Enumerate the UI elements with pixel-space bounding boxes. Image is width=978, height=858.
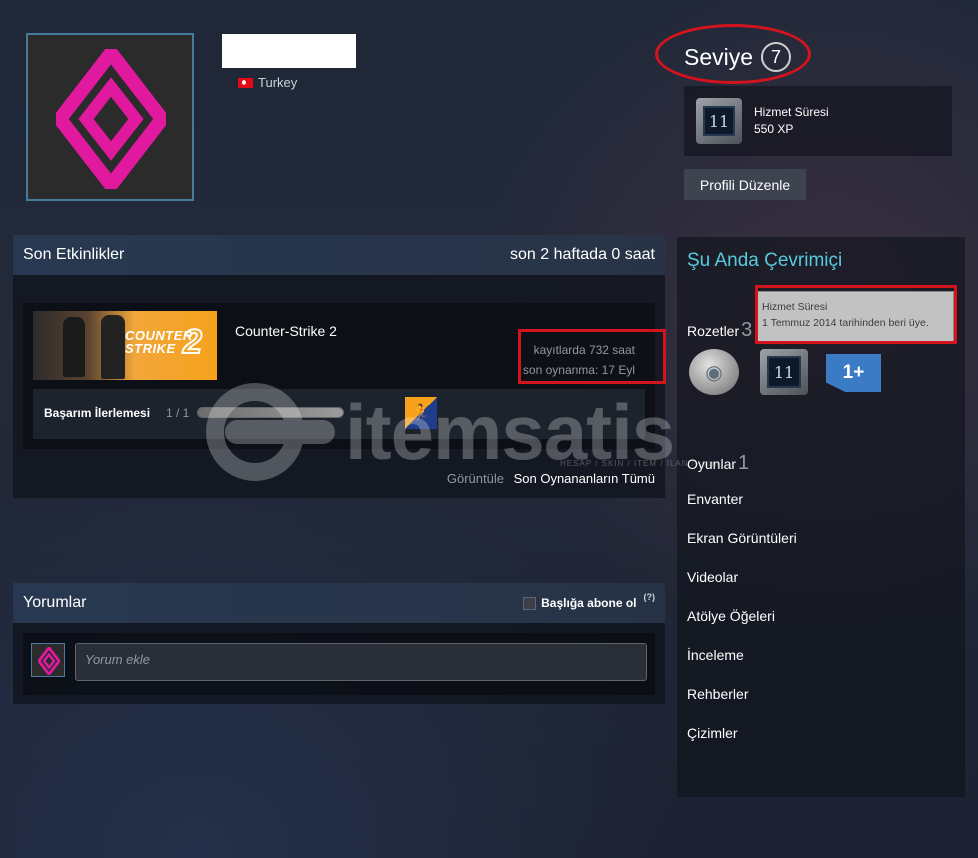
- profile-avatar[interactable]: [26, 33, 194, 201]
- years-of-service-badge-icon[interactable]: 11: [760, 349, 808, 395]
- one-plus-badge-icon[interactable]: 1+: [826, 354, 881, 392]
- workshop-link[interactable]: Atölye Öğeleri: [687, 608, 775, 624]
- comments-panel: Yorumlar Başlığa abone ol (?) Yorum ekle: [13, 583, 665, 704]
- achievement-icon[interactable]: 🏃: [405, 397, 437, 429]
- guides-link[interactable]: Rehberler: [687, 686, 748, 702]
- subscribe-toggle[interactable]: Başlığa abone ol (?): [523, 592, 655, 610]
- comments-header: Yorumlar Başlığa abone ol (?): [13, 583, 665, 623]
- game-name-link[interactable]: Counter-Strike 2: [235, 323, 337, 339]
- achievement-count: 1 / 1: [166, 406, 190, 420]
- turkey-flag-icon: [238, 77, 253, 88]
- hours-highlight-annotation: [518, 329, 666, 384]
- help-link[interactable]: (?): [644, 592, 656, 602]
- badges-link[interactable]: Rozetler 3: [687, 319, 752, 342]
- achievement-label: Başarım İlerlemesi: [44, 406, 151, 420]
- comments-title: Yorumlar: [23, 594, 87, 611]
- profile-name-redacted: [222, 34, 356, 68]
- featured-badge-title: Hizmet Süresi: [754, 105, 829, 119]
- achievement-progress-bar[interactable]: Başarım İlerlemesi 1 / 1 🏃: [33, 389, 645, 439]
- recent-activity-title[interactable]: Son Etkinlikler: [23, 246, 124, 264]
- online-status: Şu Anda Çevrimiçi: [687, 250, 843, 271]
- videos-link[interactable]: Videolar: [687, 569, 738, 585]
- achievement-progress-fill: [198, 408, 343, 417]
- featured-badge[interactable]: 11 Hizmet Süresi 550 XP: [684, 86, 952, 156]
- reviews-link[interactable]: İnceleme: [687, 647, 744, 663]
- comment-input[interactable]: Yorum ekle: [75, 643, 647, 681]
- coin-badge-icon[interactable]: ◉: [689, 349, 739, 395]
- game-capsule-image[interactable]: COUNTER STRIKE 2: [33, 311, 217, 380]
- commenter-avatar: [31, 643, 65, 677]
- recent-activity-header: Son Etkinlikler son 2 haftada 0 saat: [13, 235, 665, 275]
- comment-composer: Yorum ekle: [23, 633, 655, 695]
- recent-activity-summary: son 2 haftada 0 saat: [510, 246, 655, 263]
- view-all-recent: Görüntüle Son Oynananların Tümü: [447, 471, 655, 486]
- screenshots-link[interactable]: Ekran Görüntüleri: [687, 530, 797, 546]
- avatar-logo-icon: [38, 647, 60, 675]
- tooltip-highlight-annotation: [755, 285, 957, 344]
- game-card: COUNTER STRIKE 2 Counter-Strike 2 kayıtl…: [23, 303, 666, 449]
- featured-badge-xp: 550 XP: [754, 122, 794, 136]
- achievement-progress-track: [197, 407, 344, 418]
- soldier-figure: [63, 317, 85, 377]
- avatar-logo-icon: [56, 49, 166, 189]
- view-all-recent-link[interactable]: Son Oynananların Tümü: [514, 471, 655, 486]
- soldier-figure: [101, 315, 125, 379]
- inventory-link[interactable]: Envanter: [687, 491, 743, 507]
- country-label: Turkey: [258, 75, 298, 90]
- artwork-link[interactable]: Çizimler: [687, 725, 738, 741]
- level-highlight-annotation: [655, 24, 811, 84]
- edit-profile-button[interactable]: Profili Düzenle: [684, 169, 806, 200]
- subscribe-checkbox[interactable]: [523, 596, 537, 610]
- subscribe-label[interactable]: Başlığa abone ol: [541, 596, 636, 610]
- years-of-service-icon: 11: [696, 98, 742, 144]
- game-logo-number: 2: [182, 323, 203, 361]
- watermark-subtext: HESAP / SKIN / ITEM / İLAN / .com: [560, 459, 720, 468]
- view-label: Görüntüle: [446, 471, 504, 486]
- profile-country: Turkey: [238, 75, 297, 90]
